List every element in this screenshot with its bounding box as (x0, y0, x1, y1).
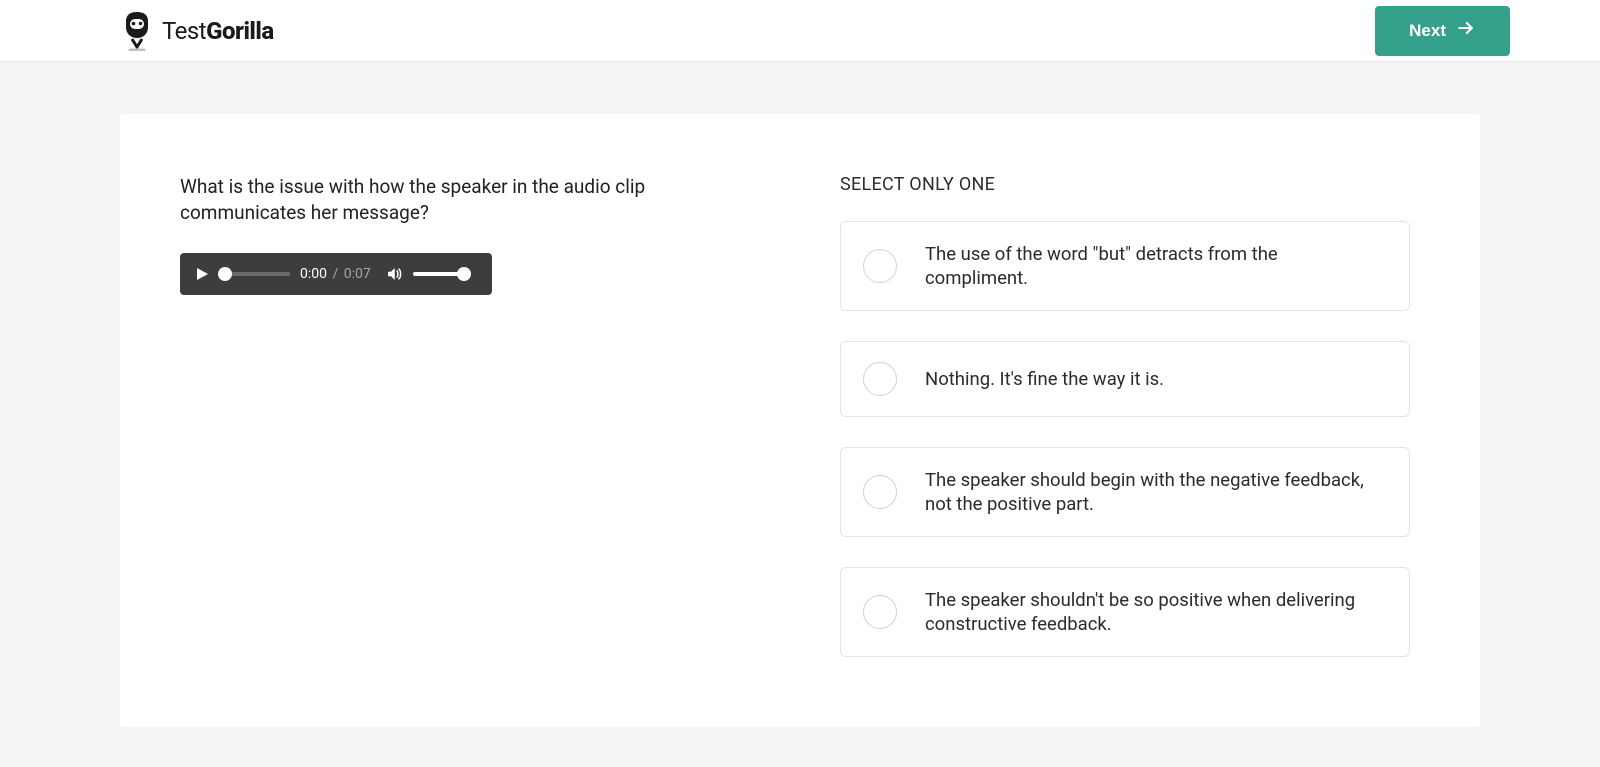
arrow-right-icon (1456, 18, 1476, 43)
volume-bar[interactable] (413, 272, 467, 276)
answer-option[interactable]: The use of the word "but" detracts from … (840, 221, 1410, 311)
answer-option-label: The speaker should begin with the negati… (925, 468, 1383, 516)
answer-option-label: Nothing. It's fine the way it is. (925, 367, 1164, 391)
radio-icon[interactable] (863, 249, 897, 283)
radio-icon[interactable] (863, 475, 897, 509)
app-header: TestGorilla Next (0, 0, 1600, 62)
brand-name: TestGorilla (162, 17, 274, 45)
audio-player[interactable]: 0:00 / 0:07 (180, 253, 492, 295)
volume-icon[interactable] (385, 265, 403, 283)
answer-option[interactable]: The speaker should begin with the negati… (840, 447, 1410, 537)
answer-option-label: The use of the word "but" detracts from … (925, 242, 1383, 290)
audio-time-separator: / (332, 266, 338, 282)
audio-current-time: 0:00 (300, 266, 327, 282)
next-button[interactable]: Next (1375, 6, 1510, 56)
answer-option[interactable]: Nothing. It's fine the way it is. (840, 341, 1410, 417)
audio-seek-thumb[interactable] (218, 267, 232, 281)
play-icon[interactable] (194, 266, 210, 282)
answer-option[interactable]: The speaker shouldn't be so positive whe… (840, 567, 1410, 657)
audio-time: 0:00 / 0:07 (300, 266, 371, 282)
brand-logo: TestGorilla (120, 11, 274, 51)
radio-icon[interactable] (863, 362, 897, 396)
options-list: The use of the word "but" detracts from … (840, 221, 1410, 657)
next-button-label: Next (1409, 21, 1446, 41)
question-card: What is the issue with how the speaker i… (120, 114, 1480, 727)
answers-column: SELECT ONLY ONE The use of the word "but… (840, 174, 1410, 657)
question-text: What is the issue with how the speaker i… (180, 174, 740, 225)
gorilla-icon (120, 11, 154, 51)
answer-option-label: The speaker shouldn't be so positive whe… (925, 588, 1383, 636)
radio-icon[interactable] (863, 595, 897, 629)
audio-duration: 0:07 (344, 266, 371, 282)
audio-seek-bar[interactable] (220, 272, 290, 276)
page-body: What is the issue with how the speaker i… (0, 62, 1600, 767)
question-column: What is the issue with how the speaker i… (180, 174, 780, 657)
volume-thumb[interactable] (457, 267, 471, 281)
answer-instruction: SELECT ONLY ONE (840, 174, 1410, 195)
